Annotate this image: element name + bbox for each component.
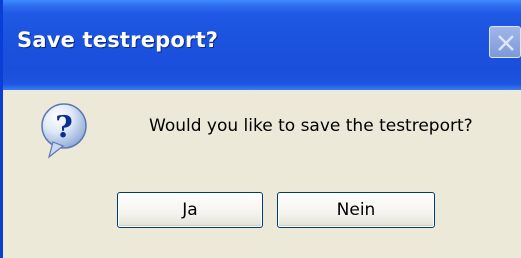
close-icon [498, 35, 514, 51]
no-button[interactable]: Nein [277, 192, 435, 228]
question-icon: ? [41, 103, 87, 159]
dialog-message: Would you like to save the testreport? [149, 116, 473, 136]
yes-button-label: Ja [182, 200, 198, 220]
dialog-window: Save testreport? ? Would you like to sav… [0, 0, 521, 258]
close-button[interactable] [489, 26, 521, 58]
dialog-title: Save testreport? [17, 28, 219, 52]
svg-text:?: ? [55, 110, 73, 145]
title-bar[interactable]: Save testreport? [3, 0, 521, 90]
no-button-label: Nein [336, 200, 376, 220]
yes-button[interactable]: Ja [117, 192, 263, 228]
